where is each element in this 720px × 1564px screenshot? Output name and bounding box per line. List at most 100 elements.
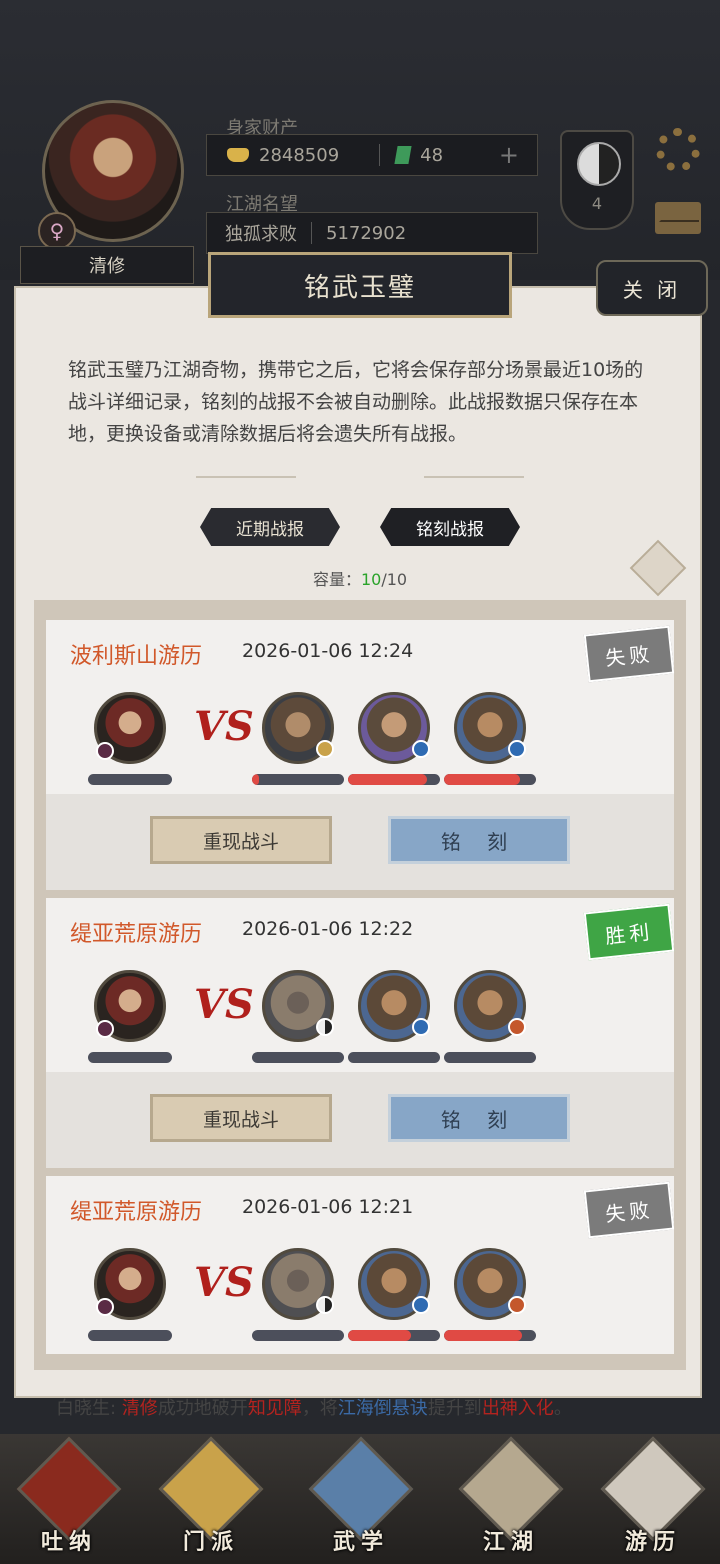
news-item: 知见障: [247, 1398, 302, 1419]
taiji-icon: [316, 1296, 334, 1314]
enemy-hp-bar: [252, 1052, 344, 1063]
player-hp-bar: [88, 1052, 172, 1063]
close-button[interactable]: 关 闭: [596, 260, 708, 316]
enemy-hp-bar: [252, 1330, 344, 1341]
report-actions: 重现战斗 铭 刻: [46, 794, 674, 890]
tab-recent-reports[interactable]: 近期战报: [200, 508, 340, 546]
nav-label: 武学: [332, 1530, 389, 1555]
dialog-description: 铭武玉璧乃江湖奇物，携带它之后，它将会保存部分场景最近10场的战斗详细记录，铭刻…: [68, 359, 644, 445]
report-card: 缇亚荒原游历 2026-01-06 12:21 失败 VS: [46, 1176, 675, 1354]
fame-bar: 独孤求败 5172902: [206, 212, 538, 254]
vs-icon: VS: [194, 981, 254, 1028]
tab-engraved-reports[interactable]: 铭刻战报: [380, 508, 520, 546]
silver-amount: 2848509: [259, 144, 340, 166]
fire-icon: [508, 1296, 526, 1314]
report-card: 缇亚荒原游历 2026-01-06 12:22 胜利 重现战斗 铭 刻 VS: [46, 898, 675, 1168]
replay-battle-button[interactable]: 重现战斗: [150, 1094, 332, 1142]
hp-fill: [348, 774, 428, 785]
nav-travel[interactable]: 游历: [598, 1436, 708, 1560]
report-location: 缇亚荒原游历: [70, 922, 203, 947]
blue-icon: [412, 1018, 430, 1036]
enemy-hp-bar: [444, 1052, 536, 1063]
nav-label: 江湖: [482, 1530, 539, 1555]
engrave-button[interactable]: 铭 刻: [388, 1094, 570, 1142]
nav-breathing[interactable]: 吐纳: [14, 1436, 124, 1560]
female-icon: ♀: [38, 212, 76, 250]
news-player: 清修: [121, 1398, 158, 1419]
capacity-used: 10: [360, 570, 382, 589]
capacity-label: 容量：: [312, 570, 361, 589]
taiji-icon: [316, 1018, 334, 1036]
news-text: 提升到: [427, 1398, 482, 1419]
enemy-hp-bar: [444, 774, 536, 785]
hp-fill: [348, 1330, 411, 1341]
enemy-hp-bar: [348, 1330, 440, 1341]
blue-icon: [412, 1296, 430, 1314]
news-text: 。: [553, 1398, 572, 1419]
report-location: 缇亚荒原游历: [70, 1200, 203, 1225]
blue-icon: [508, 740, 526, 758]
gold-icon: [316, 740, 334, 758]
news-skill: 江海倒悬诀: [337, 1398, 428, 1419]
taiji-icon: [577, 142, 621, 186]
nav-martial-arts[interactable]: 武学: [306, 1436, 416, 1560]
news-rank: 出神入化: [481, 1398, 554, 1419]
enemy-hp-bar: [348, 1052, 440, 1063]
mail-icon[interactable]: [655, 202, 701, 234]
report-card: 波利斯山游历 2026-01-06 12:24 失败 重现战斗 铭 刻 VS: [46, 620, 675, 890]
replay-battle-button[interactable]: 重现战斗: [150, 816, 332, 864]
enemy-hp-bar: [348, 774, 440, 785]
nav-label: 游历: [624, 1530, 681, 1555]
fame-value: 5172902: [326, 222, 407, 244]
engrave-button[interactable]: 铭 刻: [388, 816, 570, 864]
news-text: ，将: [301, 1398, 338, 1419]
jade-amount: 48: [420, 144, 444, 166]
fame-title: 独孤求败: [225, 224, 297, 245]
report-actions: 重现战斗 铭 刻: [46, 1072, 674, 1168]
enemy-hp-bar: [252, 774, 344, 785]
dialog-title: 铭武玉璧: [208, 252, 512, 318]
silver-ingot-icon: [227, 148, 249, 162]
divider: [379, 144, 381, 166]
result-stamp-lose: 失败: [583, 1181, 675, 1239]
blue-icon: [412, 740, 430, 758]
nav-jianghu[interactable]: 江湖: [456, 1436, 566, 1560]
report-time: 2026-01-06 12:21: [242, 1196, 414, 1218]
report-time: 2026-01-06 12:22: [242, 918, 414, 940]
player-hp-bar: [88, 1330, 172, 1341]
female-icon: [96, 1298, 114, 1316]
divider: [311, 222, 312, 244]
ornament-divider: [424, 476, 524, 478]
capacity-total: /10: [381, 570, 408, 589]
report-time: 2026-01-06 12:24: [242, 640, 414, 662]
report-location: 波利斯山游历: [70, 644, 203, 669]
vs-icon: VS: [194, 703, 254, 750]
news-text: 成功地破开: [157, 1398, 248, 1419]
fire-icon: [508, 1018, 526, 1036]
vs-icon: VS: [194, 1259, 254, 1306]
gear-icon[interactable]: [656, 128, 700, 172]
nav-label: 吐纳: [40, 1530, 97, 1555]
enemy-hp-bar: [444, 1330, 536, 1341]
nav-sect[interactable]: 门派: [156, 1436, 266, 1560]
wealth-bar: 2848509 48 +: [206, 134, 538, 176]
add-currency-icon[interactable]: +: [499, 141, 519, 169]
female-icon: [96, 742, 114, 760]
result-stamp-win: 胜利: [583, 903, 675, 961]
news-ticker: 白晓生: 清修成功地破开知见障，将江海倒悬诀提升到出神入化。: [56, 1394, 696, 1420]
jade-icon: [394, 146, 412, 164]
hp-fill: [444, 774, 521, 785]
player-name: 清修: [20, 246, 194, 284]
nav-label: 门派: [182, 1530, 239, 1555]
top-header: ♀ 清修 身家财产 2848509 48 + 江湖名望 独孤求败 5172902…: [0, 0, 720, 284]
hp-fill: [444, 1330, 523, 1341]
player-hp-bar: [88, 774, 172, 785]
hp-fill: [252, 774, 260, 785]
rank-badge[interactable]: 4: [560, 130, 634, 230]
capacity-indicator: 容量：10/10: [0, 566, 720, 590]
result-stamp-lose: 失败: [583, 625, 675, 683]
ornament-divider: [196, 476, 296, 478]
rank-level: 4: [591, 194, 603, 213]
bottom-nav: 吐纳 门派 武学 江湖 游历: [0, 1434, 720, 1564]
female-icon: [96, 1020, 114, 1038]
